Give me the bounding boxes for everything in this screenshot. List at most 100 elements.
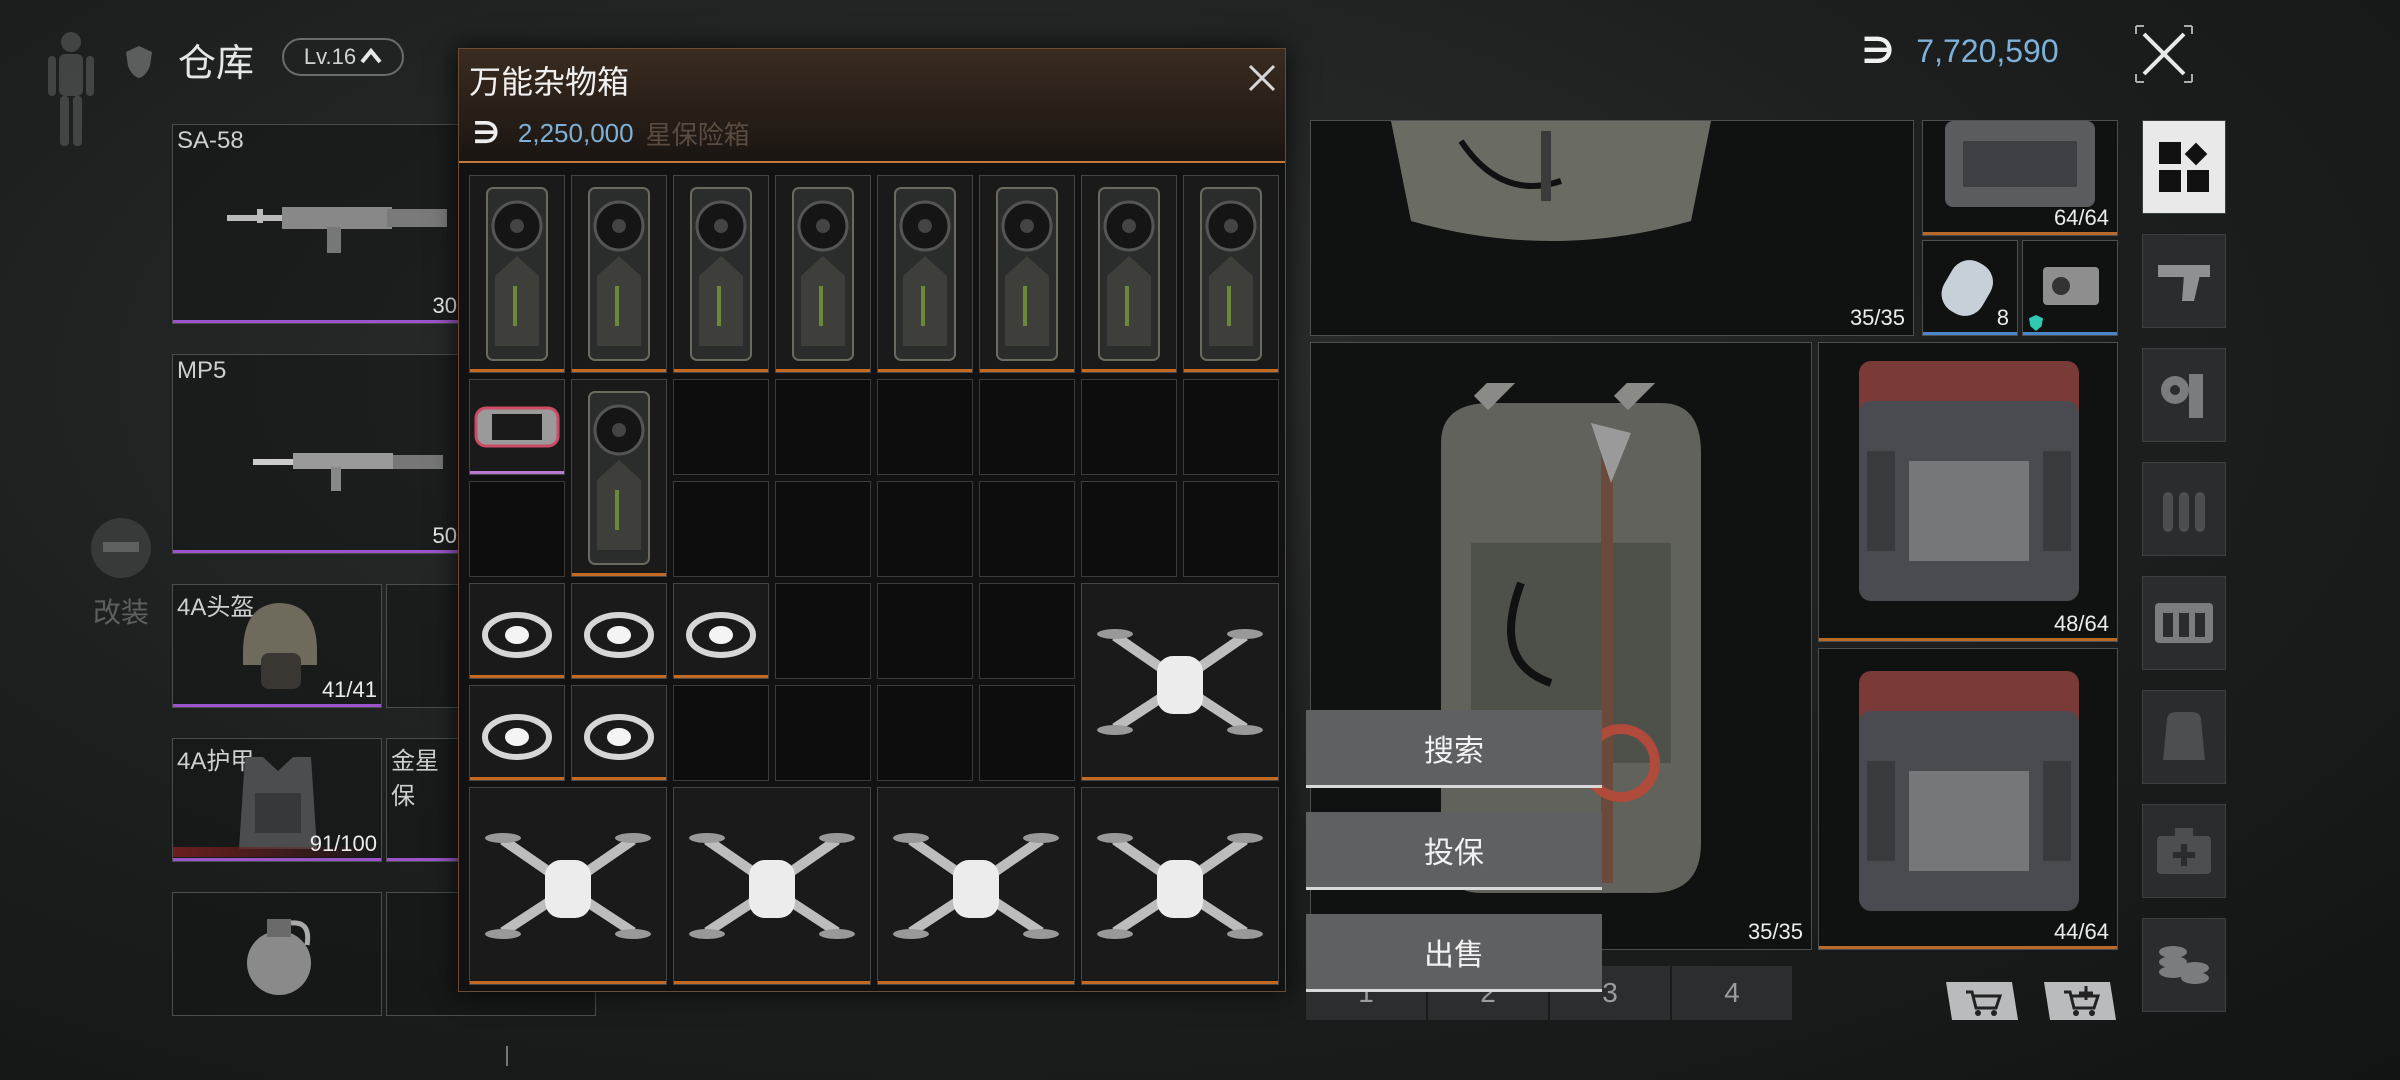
empty-grid-cell[interactable]: [877, 379, 973, 475]
sell-button[interactable]: 出售: [1306, 914, 1602, 992]
slot-empty-1[interactable]: [386, 584, 462, 708]
level-badge[interactable]: Lv.16: [282, 38, 404, 76]
grenade-slot[interactable]: [172, 892, 382, 1016]
category-backpack-icon[interactable]: [2142, 690, 2226, 784]
character-silhouette-icon[interactable]: [42, 30, 100, 150]
ring-item[interactable]: [673, 583, 769, 679]
empty-grid-cell[interactable]: [979, 481, 1075, 577]
category-valuables-icon[interactable]: [2142, 918, 2226, 1012]
empty-grid-cell[interactable]: [775, 583, 871, 679]
drone-item[interactable]: [1081, 787, 1279, 985]
ring-item[interactable]: [469, 685, 565, 781]
durability: 91/100: [309, 831, 377, 856]
cart-add-icon[interactable]: [2042, 980, 2118, 1022]
helmet-slot[interactable]: 4A头盔 41/41: [172, 584, 382, 708]
popup-header: 万能杂物箱 ∋ 2,250,000 星保险箱: [459, 49, 1285, 163]
capacity: 35/35: [1747, 919, 1803, 944]
drone-item[interactable]: [877, 787, 1075, 985]
gpu-icon: [980, 176, 1074, 372]
empty-grid-cell[interactable]: [673, 481, 769, 577]
armor-slot[interactable]: 4A护甲 91/100: [172, 738, 382, 862]
ring-item[interactable]: [571, 583, 667, 679]
gpu-item[interactable]: [775, 175, 871, 373]
backpack-icon: [1391, 121, 1711, 241]
category-medkit-icon[interactable]: [2142, 804, 2226, 898]
empty-grid-cell[interactable]: [877, 481, 973, 577]
ammo-count: 50: [432, 523, 457, 548]
category-all-icon[interactable]: [2142, 120, 2226, 214]
empty-grid-cell[interactable]: [1183, 379, 1279, 475]
empty-grid-cell[interactable]: [1081, 379, 1177, 475]
gpu-item[interactable]: [673, 175, 769, 373]
weapon-slot-primary[interactable]: SA-58 30: [172, 124, 462, 324]
shield-icon[interactable]: [124, 44, 154, 80]
drone-item[interactable]: [673, 787, 871, 985]
ring-icon: [674, 584, 768, 678]
console-icon: [470, 380, 564, 474]
gun-mod-icon: [91, 518, 151, 578]
empty-grid-cell[interactable]: [775, 685, 871, 781]
empty-grid-cell[interactable]: [775, 481, 871, 577]
ghost-text: 星保险箱: [645, 120, 750, 150]
drone-icon: [674, 788, 870, 984]
popup-close-icon[interactable]: [1245, 61, 1279, 95]
gpu-item[interactable]: [877, 175, 973, 373]
modify-button[interactable]: 改装: [86, 516, 156, 628]
small-box-slot[interactable]: 64/64: [1922, 120, 2118, 236]
top-backpack-slot[interactable]: 35/35: [1310, 120, 1914, 336]
capacity: 44/64: [2053, 919, 2109, 944]
empty-grid-cell[interactable]: [1081, 481, 1177, 577]
ring-item[interactable]: [469, 583, 565, 679]
gpu-icon: [1184, 176, 1278, 372]
empty-grid-cell[interactable]: [673, 685, 769, 781]
gpu-item[interactable]: [979, 175, 1075, 373]
cart-icon[interactable]: [1944, 980, 2020, 1022]
coin-icon: ∋: [1862, 30, 1895, 71]
ring-icon: [470, 686, 564, 780]
category-attachment-icon[interactable]: [2142, 348, 2226, 442]
empty-grid-cell[interactable]: [979, 379, 1075, 475]
drone-item[interactable]: [1081, 583, 1279, 781]
empty-grid-cell[interactable]: [469, 481, 565, 577]
drone-item[interactable]: [469, 787, 667, 985]
gpu-item[interactable]: [1081, 175, 1177, 373]
empty-grid-cell[interactable]: [775, 379, 871, 475]
handheld-console-item[interactable]: [469, 379, 565, 475]
dogtag-slot[interactable]: 8: [1922, 240, 2018, 336]
safebox-slot[interactable]: 金星保: [386, 738, 462, 862]
container-popup: 万能杂物箱 ∋ 2,250,000 星保险箱: [458, 48, 1286, 992]
gpu-item[interactable]: [469, 175, 565, 373]
scope-slot[interactable]: [2022, 240, 2118, 336]
empty-grid-cell[interactable]: [979, 685, 1075, 781]
empty-grid-cell[interactable]: [877, 685, 973, 781]
category-ammo-icon[interactable]: [2142, 462, 2226, 556]
storage-box-1[interactable]: 48/64: [1818, 342, 2118, 642]
helmet-icon: [243, 603, 317, 689]
empty-grid-cell[interactable]: [877, 583, 973, 679]
empty-grid-cell[interactable]: [673, 379, 769, 475]
weapon-slot-secondary[interactable]: MP5 50: [172, 354, 462, 554]
empty-grid-cell[interactable]: [1183, 481, 1279, 577]
gpu-icon: [878, 176, 972, 372]
gpu-item[interactable]: [571, 379, 667, 577]
weapon-name: MP5: [177, 357, 227, 384]
ring-item[interactable]: [571, 685, 667, 781]
scope-icon: [2043, 267, 2099, 305]
category-pistol-icon[interactable]: [2142, 234, 2226, 328]
page-tab-4[interactable]: 4: [1672, 966, 1792, 1020]
close-icon[interactable]: [2134, 24, 2194, 84]
category-armor-icon[interactable]: [2142, 576, 2226, 670]
weapon-name: SA-58: [177, 127, 244, 154]
storage-box-2[interactable]: 44/64: [1818, 648, 2118, 950]
currency-display: ∋ 7,720,590: [1862, 30, 2059, 72]
capacity: 35/35: [1849, 305, 1905, 330]
ring-icon: [572, 584, 666, 678]
insure-button[interactable]: 投保: [1306, 812, 1602, 890]
small-box-icon: [1945, 121, 2095, 207]
search-button[interactable]: 搜索: [1306, 710, 1602, 788]
gpu-item[interactable]: [571, 175, 667, 373]
gpu-item[interactable]: [1183, 175, 1279, 373]
empty-grid-cell[interactable]: [979, 583, 1075, 679]
gpu-icon: [674, 176, 768, 372]
capacity: 64/64: [2053, 205, 2109, 230]
